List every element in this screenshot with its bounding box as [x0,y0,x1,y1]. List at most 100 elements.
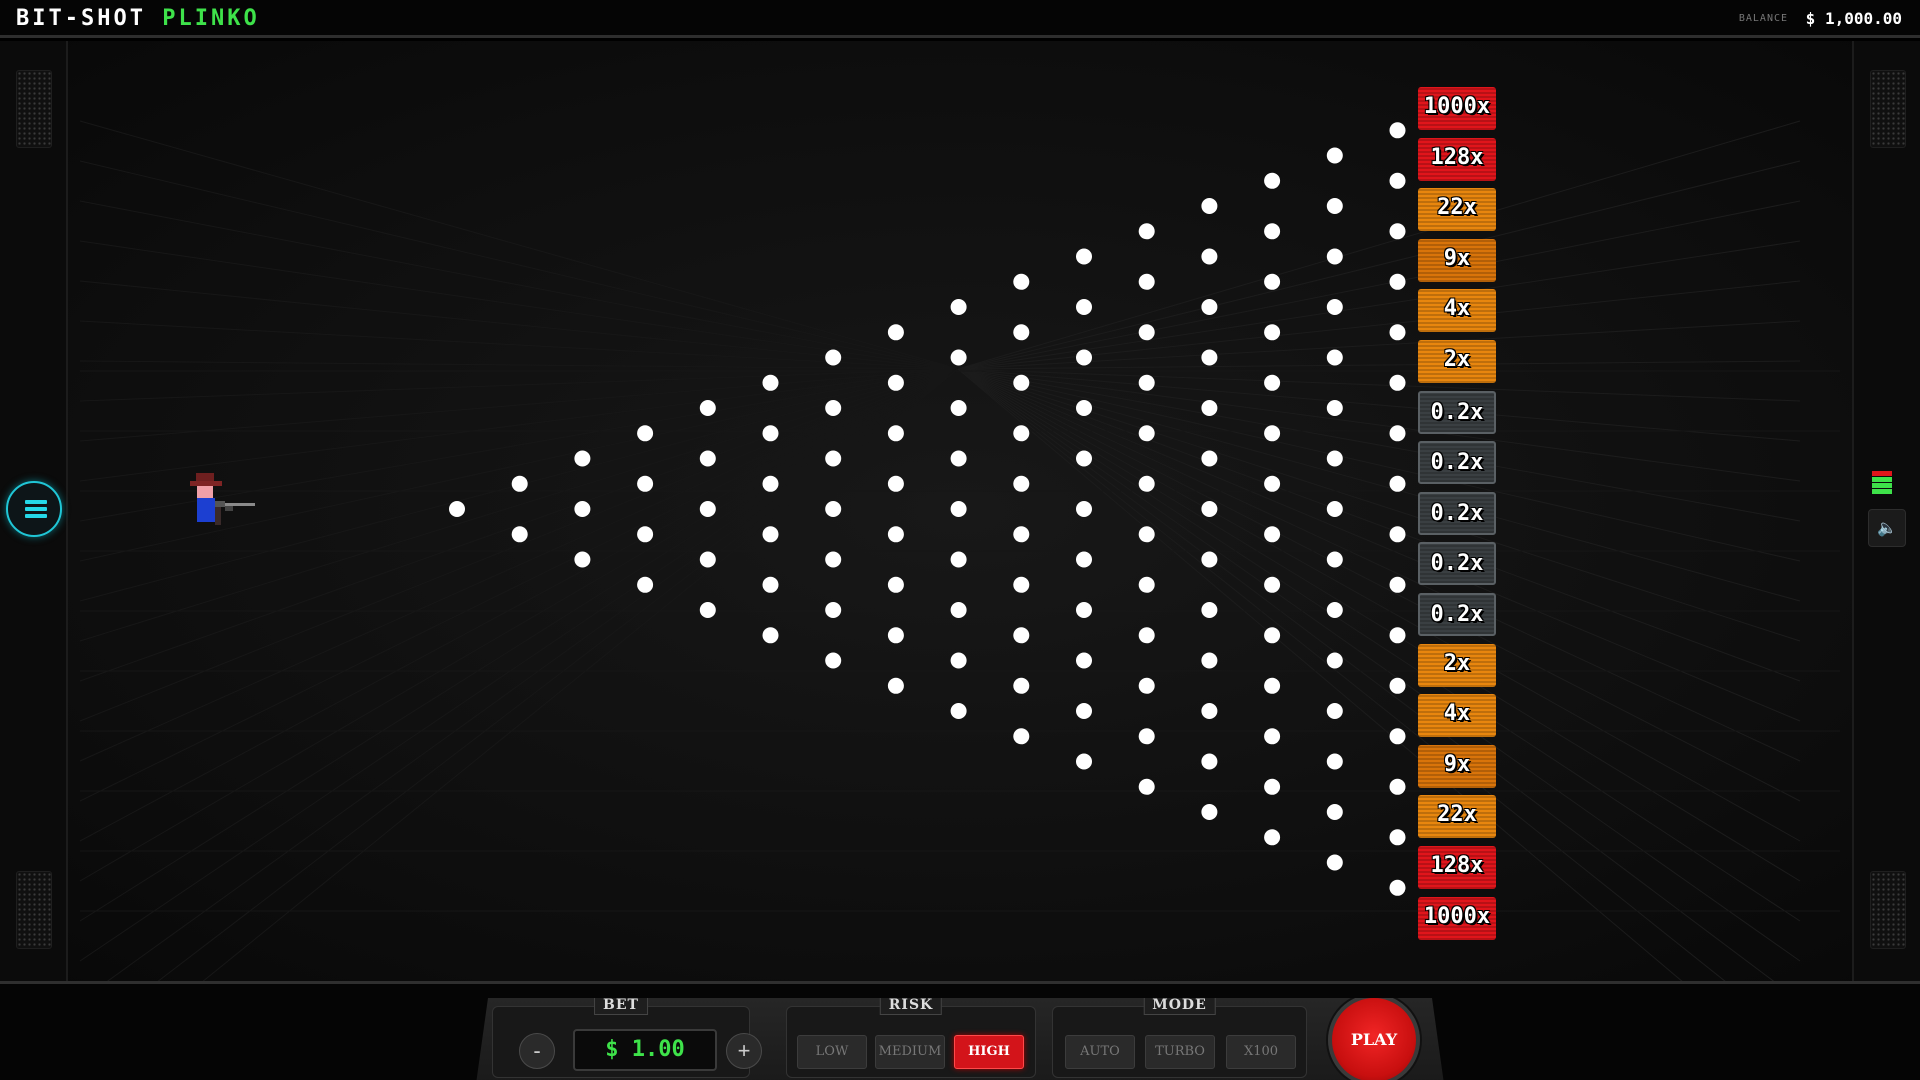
peg [1389,526,1406,543]
sound-toggle-button[interactable]: 🔈 [1868,509,1906,547]
peg [1013,627,1030,644]
peg [825,602,842,618]
menu-button[interactable] [6,481,62,537]
peg [887,677,904,694]
multiplier-bucket: 9x [1418,238,1496,282]
grid-line [957,160,1801,370]
peg [825,349,842,366]
peg [1138,627,1155,644]
peg [1013,324,1030,341]
grid-line [79,368,959,882]
risk-high-button[interactable]: HIGH [954,1035,1024,1069]
peg [1138,526,1155,543]
multiplier-bucket: 1000x [1418,87,1496,130]
perspective-grid [79,120,1840,981]
play-button[interactable]: PLAY [1328,998,1420,1080]
peg [825,450,842,467]
peg [1076,551,1092,568]
grid-line [79,368,959,922]
peg [1013,576,1030,593]
peg [1326,501,1343,517]
peg [950,602,967,618]
peg [887,324,904,341]
peg [950,501,967,517]
bet-label: BET [594,998,648,1015]
peg [1326,147,1343,164]
multiplier-bucket: 22x [1418,188,1496,232]
speaker-grille-top-left [16,70,52,148]
peg [574,551,591,568]
peg [1326,804,1343,820]
peg [1138,223,1155,240]
peg [1264,728,1281,745]
peg [950,450,967,467]
peg [1138,273,1155,290]
peg [887,526,904,543]
peg [887,374,904,391]
peg [1201,450,1218,467]
peg [1138,425,1155,442]
peg [1201,602,1218,618]
peg [887,627,904,644]
bet-increase-button[interactable]: + [726,1033,762,1069]
peg [762,425,779,442]
grid-line [79,368,959,722]
peg [762,526,779,543]
multiplier-bucket: 2x [1418,643,1496,687]
balance-label: BALANCE [1738,13,1789,24]
peg [1389,425,1406,442]
cowboy-shooter-sprite [190,473,255,525]
peg [950,652,967,669]
peg [825,551,842,568]
peg [1389,223,1406,240]
peg [1013,475,1030,492]
peg [511,526,528,543]
mode-x100-button[interactable]: X100 [1226,1035,1296,1069]
peg [1389,324,1406,341]
peg [1138,728,1155,745]
bet-amount-display: $ 1.00 [573,1029,717,1071]
mode-group: MODE AUTO TURBO X100 [1052,998,1307,1078]
peg [1201,400,1218,416]
peg [1076,349,1092,366]
game-title-accent: PLINKO [162,6,260,31]
game-title: BIT-SHOT PLINKO [16,6,260,31]
peg [1264,223,1281,240]
mode-auto-button[interactable]: AUTO [1065,1035,1135,1069]
risk-low-button[interactable]: LOW [797,1035,867,1069]
peg-field [449,122,1406,896]
peg [1013,677,1030,694]
peg [887,425,904,442]
peg [1013,425,1030,442]
level-bars-icon[interactable] [1872,471,1892,499]
peg [762,374,779,391]
peg [637,576,654,593]
grid-line [79,368,959,802]
peg [1076,753,1092,770]
peg [1076,602,1092,618]
speaker-icon: 🔈 [1877,518,1897,537]
peg [1389,829,1406,846]
peg [1389,728,1406,745]
peg [574,450,591,467]
peg [1264,425,1281,442]
bottom-control-bar: BET - $ 1.00 + RISK LOW MEDIUM HIGH MODE… [0,981,1920,1080]
peg [1264,778,1281,795]
peg [1013,273,1030,290]
mode-turbo-button[interactable]: TURBO [1145,1035,1215,1069]
multiplier-bucket: 128x [1418,846,1496,889]
grid-line [957,368,1801,402]
speaker-grille-bottom-left [16,871,52,949]
peg [1326,602,1343,618]
peg [1326,703,1343,719]
multiplier-bucket: 4x [1418,289,1496,333]
peg [1138,778,1155,795]
peg [1264,324,1281,341]
bet-decrease-button[interactable]: - [519,1033,555,1069]
risk-medium-button[interactable]: MEDIUM [875,1035,945,1069]
peg [699,551,716,568]
grid-line [957,368,1801,522]
peg [1201,551,1218,568]
multiplier-bucket: 4x [1418,694,1496,738]
peg [1138,475,1155,492]
